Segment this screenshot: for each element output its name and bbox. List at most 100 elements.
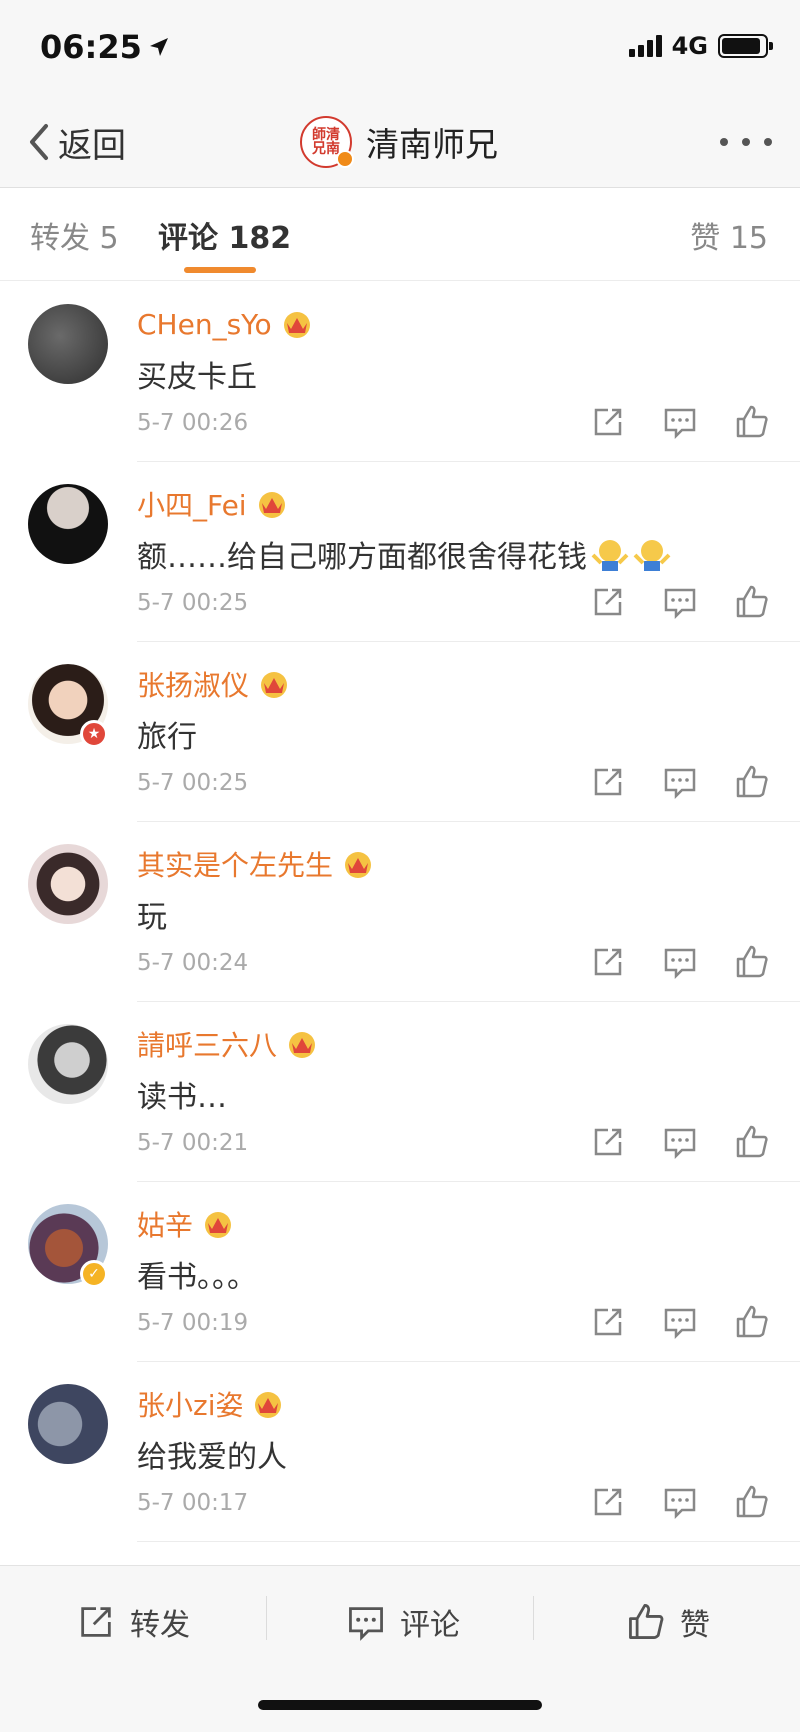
like-label: 赞	[680, 1608, 710, 1643]
repost-icon[interactable]	[590, 944, 626, 980]
comment-button[interactable]: 评论	[346, 1596, 460, 1648]
thumbs-up-icon	[629, 1603, 664, 1639]
shrug-emoji-icon	[633, 540, 671, 571]
username[interactable]: 小四_Fei	[137, 484, 247, 524]
comment-text-content: 读书…	[137, 1080, 227, 1115]
comment-text: 额……给自己哪方面都很舍得花钱	[137, 532, 671, 576]
comment-time: 5-7 00:17	[137, 1490, 249, 1516]
username[interactable]: 其实是个左先生	[137, 844, 333, 884]
tab-comment[interactable]: 评论 182	[158, 213, 291, 257]
tab-repost[interactable]: 转发 5	[30, 213, 119, 257]
thumbs-up-icon[interactable]	[734, 1124, 770, 1160]
comment-item: 张小zi姿 给我爱的人 5-7 00:17	[0, 1362, 800, 1542]
comment-item: 小四_Fei 额……给自己哪方面都很舍得花钱 5-7 00:25	[0, 462, 800, 642]
active-tab-indicator	[184, 267, 256, 273]
comment-icon[interactable]	[662, 1484, 698, 1520]
thumbs-up-icon[interactable]	[734, 404, 770, 440]
comment-item: ✓ 姑辛 看书。。。 5-7 00:19	[0, 1182, 800, 1362]
repost-icon[interactable]	[590, 1484, 626, 1520]
username[interactable]: 姑辛	[137, 1204, 193, 1244]
repost-icon[interactable]	[590, 404, 626, 440]
repost-button[interactable]: 转发	[76, 1596, 190, 1648]
crown-badge-icon	[205, 1212, 232, 1238]
comment-icon[interactable]	[662, 1124, 698, 1160]
crown-badge-icon	[258, 492, 285, 518]
comment-time: 5-7 00:21	[137, 1130, 249, 1156]
username[interactable]: CHen_sYo	[137, 308, 272, 341]
like-button[interactable]: 赞	[626, 1596, 710, 1648]
name-row: 其实是个左先生	[137, 844, 375, 884]
comment-time: 5-7 00:24	[137, 950, 249, 976]
comment-item: ★ 张扬淑仪 旅行 5-7 00:25	[0, 642, 800, 822]
verified-badge-icon: ✓	[80, 1260, 108, 1288]
status-bar: 06:25 4G	[0, 0, 800, 96]
comment-icon[interactable]	[662, 404, 698, 440]
avatar[interactable]	[28, 1384, 108, 1464]
comment-text-content: 买皮卡丘	[137, 360, 257, 395]
crown-badge-icon	[345, 852, 372, 878]
username[interactable]: 請呼三六八	[137, 1024, 277, 1064]
comment-item: CHen_sYo 买皮卡丘 5-7 00:26	[0, 282, 800, 462]
network-type: 4G	[671, 32, 708, 60]
home-indicator[interactable]	[258, 1700, 542, 1710]
repost-icon[interactable]	[590, 764, 626, 800]
thumbs-up-icon[interactable]	[734, 1304, 770, 1340]
comment-item: 請呼三六八 读书… 5-7 00:21	[0, 1002, 800, 1182]
comment-icon[interactable]	[662, 764, 698, 800]
nav-bar: 返回 師清兄南 清南师兄	[0, 96, 800, 188]
comment-icon[interactable]	[662, 584, 698, 620]
comment-list[interactable]: CHen_sYo 买皮卡丘 5-7 00:26 小四_Fei 额……给自己哪方面…	[0, 282, 800, 1565]
star-badge-icon: ★	[80, 720, 108, 748]
comment-text: 看书。。。	[137, 1252, 257, 1296]
crown-badge-icon	[255, 1392, 282, 1418]
avatar[interactable]	[28, 304, 108, 384]
comment-text: 读书…	[137, 1072, 227, 1116]
comment-label: 评论	[400, 1608, 460, 1643]
location-arrow-icon	[149, 38, 168, 56]
comment-text: 玩	[137, 892, 167, 936]
divider	[137, 1541, 800, 1542]
avatar[interactable]: 師清兄南	[300, 116, 354, 168]
back-button[interactable]: 返回	[24, 116, 126, 168]
thumbs-up-icon[interactable]	[734, 584, 770, 620]
status-indicators: 4G	[628, 32, 773, 60]
repost-icon[interactable]	[590, 584, 626, 620]
nav-profile[interactable]: 師清兄南 清南师兄	[300, 114, 498, 170]
crown-badge-icon	[283, 312, 310, 338]
name-row: 小四_Fei	[137, 484, 289, 524]
username[interactable]: 张扬淑仪	[137, 664, 249, 704]
repost-icon[interactable]	[590, 1304, 626, 1340]
thumbs-up-icon[interactable]	[734, 1484, 770, 1520]
tab-like[interactable]: 赞 15	[690, 213, 768, 257]
comment-icon[interactable]	[662, 944, 698, 980]
comment-text-content: 旅行	[137, 720, 197, 755]
crown-badge-icon	[289, 1032, 316, 1058]
shrug-emoji-icon	[591, 540, 629, 571]
avatar[interactable]	[28, 484, 108, 564]
comment-icon[interactable]	[662, 1304, 698, 1340]
repost-icon[interactable]	[590, 1124, 626, 1160]
repost-label: 转发	[130, 1608, 190, 1643]
comment-icon	[349, 1607, 383, 1641]
avatar[interactable]	[28, 1024, 108, 1104]
name-row: 张扬淑仪	[137, 664, 291, 704]
comment-text: 旅行	[137, 712, 197, 756]
avatar[interactable]	[28, 844, 108, 924]
page-title: 清南师兄	[366, 125, 498, 164]
toolbar-divider	[266, 1596, 267, 1640]
battery-icon	[718, 34, 773, 58]
username[interactable]: 张小zi姿	[137, 1384, 243, 1424]
toolbar-divider	[533, 1596, 534, 1640]
thumbs-up-icon[interactable]	[734, 944, 770, 980]
signal-icon	[628, 35, 662, 57]
name-row: CHen_sYo	[137, 304, 314, 344]
more-button[interactable]	[720, 126, 772, 158]
status-time: 06:25	[40, 28, 170, 66]
comment-text-content: 给我爱的人	[137, 1440, 287, 1475]
comment-text: 买皮卡丘	[137, 352, 257, 396]
chevron-left-icon	[30, 124, 48, 160]
comment-time: 5-7 00:25	[137, 770, 249, 796]
comment-item: 其实是个左先生 玩 5-7 00:24	[0, 822, 800, 1002]
thumbs-up-icon[interactable]	[734, 764, 770, 800]
comment-time: 5-7 00:26	[137, 410, 249, 436]
